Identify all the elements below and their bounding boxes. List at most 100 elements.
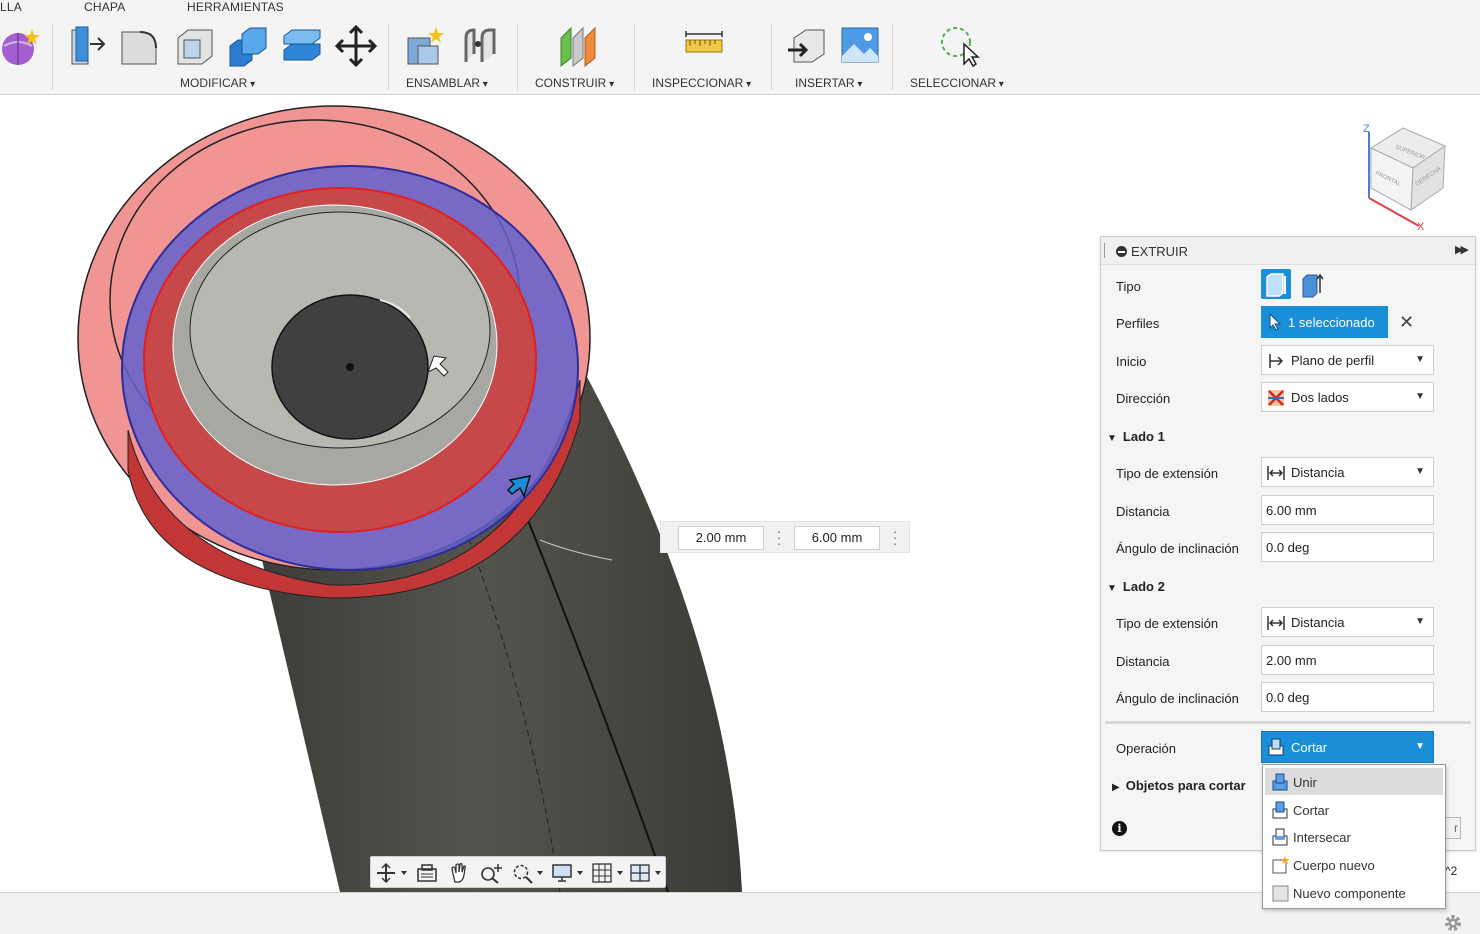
- zoom-window-icon[interactable]: [511, 862, 545, 884]
- insertar-menu[interactable]: INSERTAR: [795, 76, 862, 90]
- chevron-down-icon: ▼: [1415, 616, 1425, 627]
- panel-grip-icon[interactable]: [1104, 243, 1106, 258]
- collapse-icon[interactable]: [1116, 246, 1127, 257]
- joint-icon[interactable]: [458, 24, 502, 68]
- lado1-tipo-ext-select[interactable]: Distancia ▼: [1261, 457, 1434, 487]
- look-at-icon[interactable]: [415, 862, 439, 884]
- tipo-surface-button[interactable]: [1297, 269, 1327, 299]
- viewports-icon[interactable]: [629, 862, 663, 884]
- offset-face-icon[interactable]: [280, 24, 324, 68]
- panel-header[interactable]: EXTRUIR ▶▶: [1101, 237, 1475, 265]
- cursor-select-icon: [1269, 313, 1282, 331]
- move-icon[interactable]: [334, 24, 378, 68]
- option-intersecar[interactable]: Intersecar: [1265, 823, 1443, 850]
- two-sides-icon: [1268, 390, 1284, 406]
- lado2-tipo-ext-select[interactable]: Distancia ▼: [1261, 607, 1434, 637]
- lado1-distancia-value: 6.00 mm: [1266, 503, 1317, 518]
- axis-x-label: X: [1417, 221, 1425, 233]
- inspeccionar-menu[interactable]: INSPECCIONAR: [652, 76, 751, 90]
- lado1-section-toggle[interactable]: ▼ Lado 1: [1107, 429, 1165, 444]
- option-cortar[interactable]: Cortar: [1265, 796, 1443, 823]
- expand-panel-icon[interactable]: ▶▶: [1455, 243, 1469, 256]
- option-intersecar-label: Intersecar: [1293, 830, 1351, 845]
- operacion-value: Cortar: [1291, 740, 1328, 755]
- seleccionar-menu[interactable]: SELECCIONAR: [910, 76, 1004, 90]
- fillet-icon[interactable]: [118, 24, 162, 68]
- tipo-solid-button[interactable]: [1261, 269, 1291, 299]
- offset-plane-icon[interactable]: [555, 24, 599, 68]
- lado2-distancia-value: 2.00 mm: [1266, 653, 1317, 668]
- construir-menu[interactable]: CONSTRUIR: [535, 76, 614, 90]
- new-component-icon[interactable]: [404, 24, 448, 68]
- panel-divider: [1105, 721, 1471, 724]
- option-nuevo-componente-label: Nuevo componente: [1293, 886, 1406, 901]
- perfiles-selection-button[interactable]: 1 seleccionado: [1261, 306, 1388, 338]
- operacion-dropdown: Unir Cortar Intersecar Cuerpo nuevo Nuev…: [1262, 764, 1446, 909]
- press-pull-icon[interactable]: [66, 24, 110, 68]
- info-icon[interactable]: i: [1112, 821, 1127, 836]
- lado1-distancia-label: Distancia: [1116, 504, 1170, 519]
- direccion-value: Dos lados: [1291, 390, 1349, 405]
- dim-side1-input[interactable]: 6.00 mm: [794, 526, 880, 550]
- lado2-section-toggle[interactable]: ▼ Lado 2: [1107, 579, 1165, 594]
- create-form-icon[interactable]: [0, 24, 42, 68]
- lado1-title: Lado 1: [1122, 429, 1165, 444]
- display-settings-icon[interactable]: [551, 862, 585, 884]
- direccion-label: Dirección: [1116, 391, 1171, 406]
- shell-icon[interactable]: [172, 24, 216, 68]
- option-cortar-label: Cortar: [1293, 803, 1330, 818]
- chevron-down-icon: ▼: [1415, 354, 1425, 365]
- cut-operation-icon: [1268, 738, 1284, 756]
- operacion-select[interactable]: Cortar ▼: [1261, 731, 1434, 763]
- axis-z-label: Z: [1363, 123, 1370, 135]
- lado1-distancia-input[interactable]: 6.00 mm: [1261, 495, 1434, 525]
- option-unir[interactable]: Unir: [1265, 768, 1443, 795]
- perfiles-label: Perfiles: [1116, 316, 1160, 331]
- combine-icon[interactable]: [226, 24, 270, 68]
- ensamblar-menu[interactable]: ENSAMBLAR: [406, 76, 488, 90]
- settings-gear-icon[interactable]: [1442, 912, 1464, 934]
- inicio-label: Inicio: [1116, 354, 1147, 369]
- chevron-down-icon: ▼: [1415, 741, 1425, 752]
- dim-side2-input[interactable]: 2.00 mm: [678, 526, 764, 550]
- insert-derive-icon[interactable]: [786, 24, 830, 68]
- option-unir-label: Unir: [1293, 775, 1317, 790]
- measure-icon[interactable]: [682, 24, 726, 68]
- objetos-title: Objetos para cortar: [1125, 778, 1246, 793]
- pan-hand-icon[interactable]: [447, 862, 471, 884]
- grid-settings-icon[interactable]: [591, 862, 625, 884]
- modificar-menu[interactable]: MODIFICAR: [180, 76, 255, 90]
- objetos-section-toggle[interactable]: ▶ Objetos para cortar: [1112, 778, 1246, 793]
- dim-side2-menu-icon[interactable]: · · ·: [774, 524, 784, 550]
- tab-chapa[interactable]: CHAPA: [84, 0, 125, 14]
- chevron-down-icon: ▼: [1415, 466, 1425, 477]
- option-cuerpo-nuevo[interactable]: Cuerpo nuevo: [1265, 851, 1443, 878]
- tab-lla[interactable]: LLA: [0, 0, 22, 14]
- insert-canvas-icon[interactable]: [838, 24, 882, 68]
- chevron-down-icon: ▼: [1415, 391, 1425, 402]
- zoom-icon[interactable]: [479, 862, 503, 884]
- extrude-panel: EXTRUIR ▶▶ Tipo Perfiles 1 seleccionado …: [1100, 236, 1476, 851]
- inicio-select[interactable]: Plano de perfil ▼: [1261, 345, 1434, 375]
- orbit-icon[interactable]: [375, 862, 409, 884]
- tab-herramientas[interactable]: HERRAMIENTAS: [187, 0, 284, 14]
- intersect-icon: [1272, 828, 1288, 846]
- toolbar: LLA CHAPA HERRAMIENTAS MODIFICAR ▾ ENSAM…: [0, 0, 1480, 95]
- lado2-angulo-label: Ángulo de inclinación: [1116, 691, 1239, 706]
- lado2-distancia-input[interactable]: 2.00 mm: [1261, 645, 1434, 675]
- lado1-tipo-ext-label: Tipo de extensión: [1116, 466, 1219, 481]
- inicio-value: Plano de perfil: [1291, 353, 1375, 368]
- join-icon: [1272, 773, 1288, 791]
- lado2-angulo-input[interactable]: 0.0 deg: [1261, 682, 1434, 712]
- lado2-tipo-ext-label: Tipo de extensión: [1116, 616, 1219, 631]
- direccion-select[interactable]: Dos lados ▼: [1261, 382, 1434, 412]
- view-cube[interactable]: Z X SUPERIOR FRONTAL DERECHA: [1355, 118, 1455, 233]
- dim-side1-menu-icon[interactable]: · · ·: [890, 524, 900, 550]
- clear-selection-icon[interactable]: ✕: [1399, 313, 1414, 331]
- lado2-distancia-label: Distancia: [1116, 654, 1170, 669]
- option-nuevo-componente[interactable]: Nuevo componente: [1265, 879, 1443, 906]
- select-icon[interactable]: [936, 24, 980, 68]
- lado1-tipo-ext-value: Distancia: [1291, 465, 1345, 480]
- lado1-angulo-input[interactable]: 0.0 deg: [1261, 532, 1434, 562]
- operacion-label: Operación: [1116, 741, 1176, 756]
